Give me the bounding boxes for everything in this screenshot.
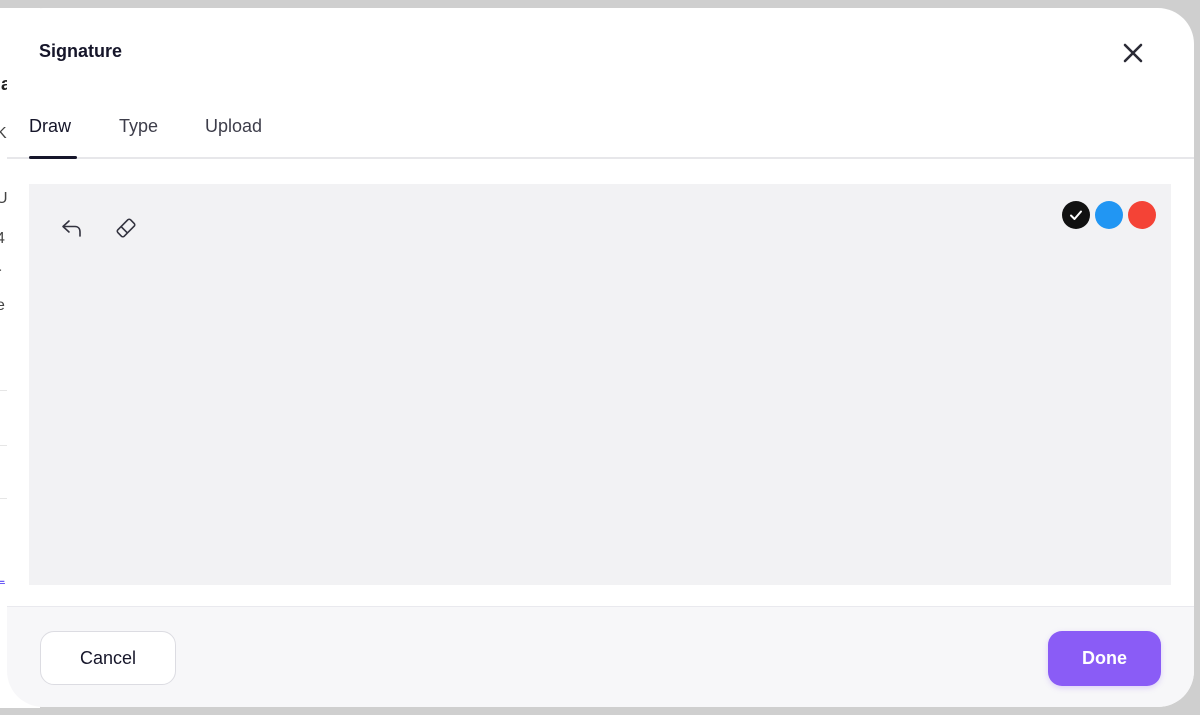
close-button[interactable] bbox=[1118, 38, 1148, 68]
modal-title: Signature bbox=[39, 41, 123, 61]
tab-draw[interactable]: Draw bbox=[29, 116, 71, 137]
check-icon bbox=[1070, 210, 1082, 220]
background-text: K bbox=[0, 125, 7, 142]
modal-footer: Cancel Done bbox=[7, 606, 1194, 707]
background-text: 4 bbox=[0, 230, 5, 247]
cancel-button[interactable]: Cancel bbox=[40, 631, 176, 685]
signature-tabs: Draw Type Upload bbox=[7, 100, 1194, 159]
tab-upload[interactable]: Upload bbox=[205, 116, 262, 137]
background-text: e bbox=[0, 297, 5, 314]
color-swatch-blue[interactable] bbox=[1095, 201, 1123, 229]
background-link: L bbox=[0, 569, 5, 586]
undo-button[interactable] bbox=[57, 213, 87, 243]
color-swatch-black[interactable] bbox=[1062, 201, 1090, 229]
signature-draw-canvas[interactable] bbox=[29, 184, 1171, 585]
active-tab-indicator bbox=[29, 156, 77, 159]
tab-type[interactable]: Type bbox=[119, 116, 158, 137]
done-button[interactable]: Done bbox=[1048, 631, 1161, 686]
signature-modal: Signature Draw Type Upload Cancel Done bbox=[7, 8, 1194, 707]
eraser-icon bbox=[116, 218, 136, 238]
eraser-button[interactable] bbox=[111, 213, 141, 243]
close-icon bbox=[1123, 43, 1143, 63]
background-text: r bbox=[0, 265, 1, 283]
color-swatch-red[interactable] bbox=[1128, 201, 1156, 229]
undo-icon bbox=[62, 220, 81, 237]
